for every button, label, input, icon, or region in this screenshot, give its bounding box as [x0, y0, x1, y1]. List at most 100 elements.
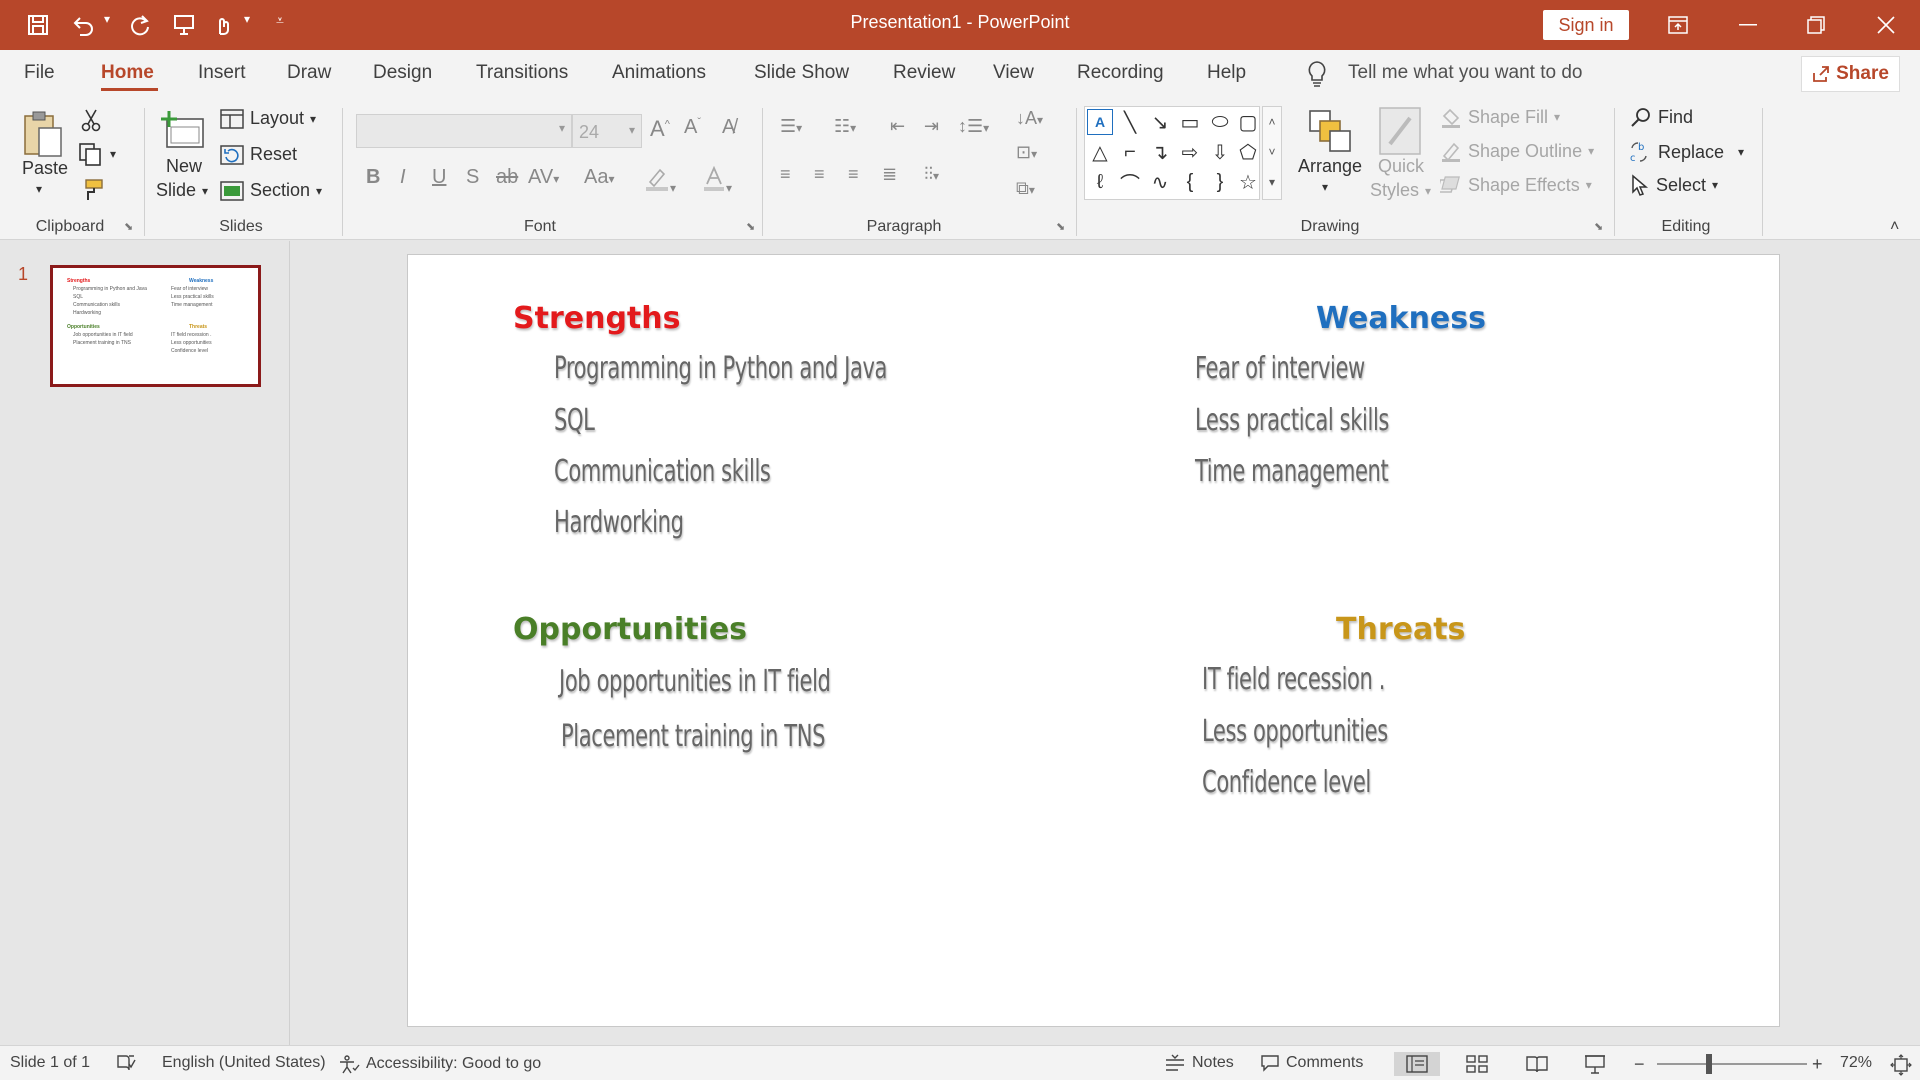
weakness-item[interactable]: Less practical skills: [1195, 403, 1389, 438]
zoom-in-icon[interactable]: +: [1812, 1054, 1823, 1075]
font-size-dropdown-icon[interactable]: ▾: [629, 123, 635, 137]
new-slide-icon[interactable]: [158, 106, 210, 156]
strengths-heading[interactable]: Strengths: [513, 301, 680, 336]
sign-in-button[interactable]: Sign in: [1543, 10, 1629, 40]
shapes-gallery-scroll[interactable]: ˄ ˅ ▾: [1262, 106, 1282, 200]
text-direction-icon[interactable]: ↓A▾: [1016, 108, 1043, 129]
minimize-icon[interactable]: [1716, 0, 1780, 50]
touch-mode-dropdown-icon[interactable]: ▾: [244, 12, 250, 26]
touch-mode-icon[interactable]: [210, 10, 234, 40]
ribbon-display-options-icon[interactable]: [1646, 0, 1710, 50]
elbow-connector-shape-icon[interactable]: ⌐: [1117, 139, 1143, 165]
save-icon[interactable]: [26, 10, 50, 40]
shapes-gallery[interactable]: A ╲ ↘ ▭ ⬭ ▢ △ ⌐ ↴ ⇨ ⇩ ⬠ ℓ ⌒ ∿ { } ☆: [1084, 106, 1260, 200]
select-button[interactable]: Select ▾: [1630, 174, 1718, 196]
accessibility-status[interactable]: Accessibility: Good to go: [338, 1054, 541, 1074]
rounded-rectangle-shape-icon[interactable]: ▢: [1235, 109, 1261, 135]
down-arrow-shape-icon[interactable]: ⇩: [1207, 139, 1233, 165]
new-slide-button[interactable]: Slide ▾: [156, 180, 208, 201]
font-name-dropdown-icon[interactable]: ▾: [559, 121, 565, 135]
collapse-ribbon-icon[interactable]: ˄: [1890, 218, 1899, 236]
undo-dropdown-icon[interactable]: ▾: [104, 12, 110, 26]
arrange-button[interactable]: Arrange: [1298, 156, 1362, 177]
paste-icon[interactable]: [18, 106, 68, 162]
font-color-icon[interactable]: ▾: [702, 165, 732, 198]
slide-canvas[interactable]: Strengths Programming in Python and Java…: [407, 254, 1780, 1027]
language-status[interactable]: English (United States): [162, 1054, 326, 1072]
quick-styles-icon[interactable]: [1374, 104, 1426, 158]
weakness-item[interactable]: Time management: [1195, 454, 1389, 489]
copy-icon[interactable]: ▾: [78, 142, 116, 166]
arc-shape-icon[interactable]: ⌒: [1117, 169, 1143, 196]
strengths-item[interactable]: Programming in Python and Java: [554, 351, 887, 386]
font-name-box[interactable]: ▾: [356, 114, 572, 148]
tab-recording[interactable]: Recording: [1077, 62, 1164, 84]
increase-indent-icon[interactable]: ⇥: [924, 116, 939, 137]
zoom-slider-thumb[interactable]: [1705, 1054, 1712, 1074]
close-icon[interactable]: [1854, 0, 1918, 50]
customize-toolbar-icon[interactable]: ⩡: [276, 12, 284, 29]
restore-icon[interactable]: [1784, 0, 1848, 50]
opportunities-item[interactable]: Placement training in TNS: [561, 719, 825, 754]
undo-icon[interactable]: [70, 10, 96, 40]
quick-styles-button[interactable]: Styles ▾: [1370, 180, 1431, 201]
paste-button[interactable]: Paste: [22, 158, 68, 179]
increase-font-size-icon[interactable]: A^: [650, 116, 670, 142]
drawing-launcher-icon[interactable]: ⬊: [1594, 220, 1603, 233]
highlight-color-icon[interactable]: ▾: [644, 166, 676, 198]
font-size-box[interactable]: 24 ▾: [572, 114, 642, 148]
character-spacing-icon[interactable]: AV▾: [528, 166, 559, 189]
threats-item[interactable]: IT field recession .: [1202, 662, 1385, 697]
arrange-icon[interactable]: [1306, 106, 1354, 156]
tab-home[interactable]: Home: [101, 62, 154, 84]
tab-slide-show[interactable]: Slide Show: [754, 62, 849, 84]
strengths-item[interactable]: SQL: [554, 403, 595, 438]
weakness-item[interactable]: Fear of interview: [1195, 351, 1365, 386]
tab-file[interactable]: File: [24, 62, 55, 84]
align-text-icon[interactable]: ⊡▾: [1016, 142, 1037, 163]
oval-shape-icon[interactable]: ⬭: [1207, 109, 1233, 135]
underline-icon[interactable]: U: [432, 166, 446, 189]
line-shape-icon[interactable]: ╲: [1117, 109, 1143, 135]
start-slideshow-icon[interactable]: [172, 10, 196, 40]
slide-thumbnail-1[interactable]: Strengths Programming in Python and Java…: [50, 265, 261, 387]
change-case-icon[interactable]: Aa▾: [584, 166, 615, 189]
tab-draw[interactable]: Draw: [287, 62, 331, 84]
shape-fill-button[interactable]: Shape Fill ▾: [1440, 106, 1560, 128]
threats-item[interactable]: Less opportunities: [1202, 714, 1388, 749]
strikethrough-icon[interactable]: ab: [496, 166, 518, 189]
shape-outline-button[interactable]: Shape Outline ▾: [1440, 140, 1594, 162]
convert-smartart-icon[interactable]: ⧉▾: [1016, 178, 1035, 199]
section-button[interactable]: Section ▾: [220, 180, 322, 201]
textbox-shape-icon[interactable]: A: [1087, 109, 1113, 135]
bullets-icon[interactable]: ☰▾: [780, 116, 802, 137]
layout-button[interactable]: Layout ▾: [220, 108, 316, 129]
quick-styles-label-1[interactable]: Quick: [1378, 156, 1424, 177]
tab-review[interactable]: Review: [893, 62, 955, 84]
format-painter-icon[interactable]: [80, 178, 104, 202]
opportunities-heading[interactable]: Opportunities: [513, 612, 747, 647]
strengths-item[interactable]: Hardworking: [554, 505, 684, 540]
numbering-icon[interactable]: ☷▾: [834, 116, 856, 137]
curve-shape-icon[interactable]: ∿: [1147, 169, 1173, 195]
right-arrow-shape-icon[interactable]: ⇨: [1177, 139, 1203, 165]
right-brace-shape-icon[interactable]: }: [1207, 169, 1233, 195]
left-brace-shape-icon[interactable]: {: [1177, 169, 1203, 195]
italic-icon[interactable]: I: [400, 166, 406, 189]
weakness-heading[interactable]: Weakness: [1316, 301, 1486, 336]
star-shape-icon[interactable]: ☆: [1235, 169, 1261, 195]
triangle-shape-icon[interactable]: △: [1087, 139, 1113, 165]
comments-button[interactable]: Comments: [1260, 1054, 1363, 1072]
justify-icon[interactable]: ≣: [882, 164, 897, 185]
normal-view-icon[interactable]: [1394, 1052, 1440, 1076]
tab-view[interactable]: View: [993, 62, 1034, 84]
rectangle-shape-icon[interactable]: ▭: [1177, 109, 1203, 135]
tab-transitions[interactable]: Transitions: [476, 62, 568, 84]
zoom-out-icon[interactable]: −: [1634, 1054, 1645, 1075]
align-left-icon[interactable]: ≡: [780, 164, 791, 185]
shape-effects-button[interactable]: Shape Effects ▾: [1440, 174, 1592, 196]
tab-animations[interactable]: Animations: [612, 62, 706, 84]
new-slide-label-1[interactable]: New: [166, 156, 202, 177]
arrange-dropdown-icon[interactable]: ▾: [1322, 180, 1328, 194]
reading-view-icon[interactable]: [1514, 1052, 1560, 1076]
